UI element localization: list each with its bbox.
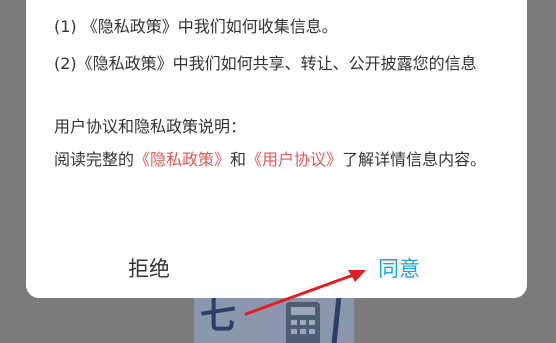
red-arrow-icon bbox=[244, 270, 366, 316]
reject-button[interactable]: 拒绝 bbox=[128, 256, 170, 282]
section-title: 用户协议和隐私政策说明： bbox=[54, 117, 247, 136]
dialog-content: (1) 《隐私政策》中我们如何收集信息。 (2)《隐私政策》中我们如何共享、转让… bbox=[54, 16, 509, 170]
privacy-dialog: (1) 《隐私政策》中我们如何收集信息。 (2)《隐私政策》中我们如何共享、转让… bbox=[26, 0, 527, 298]
read-suffix: 了解详情信息内容。 bbox=[342, 150, 487, 169]
user-agreement-link[interactable]: 《用户协议》 bbox=[246, 150, 342, 169]
privacy-policy-link[interactable]: 《隐私政策》 bbox=[134, 150, 230, 169]
policy-item-share: (2)《隐私政策》中我们如何共享、转让、公开披露您的信息 bbox=[54, 54, 477, 73]
and-text: 和 bbox=[230, 150, 247, 169]
read-prefix: 阅读完整的 bbox=[54, 150, 135, 169]
policy-item-collect: (1) 《隐私政策》中我们如何收集信息。 bbox=[54, 17, 338, 36]
agree-button[interactable]: 同意 bbox=[378, 256, 420, 282]
background-glyph: 七 bbox=[200, 295, 237, 337]
read-agreement-text: 阅读完整的《隐私政策》和《用户协议》了解详情信息内容。 bbox=[54, 149, 509, 170]
